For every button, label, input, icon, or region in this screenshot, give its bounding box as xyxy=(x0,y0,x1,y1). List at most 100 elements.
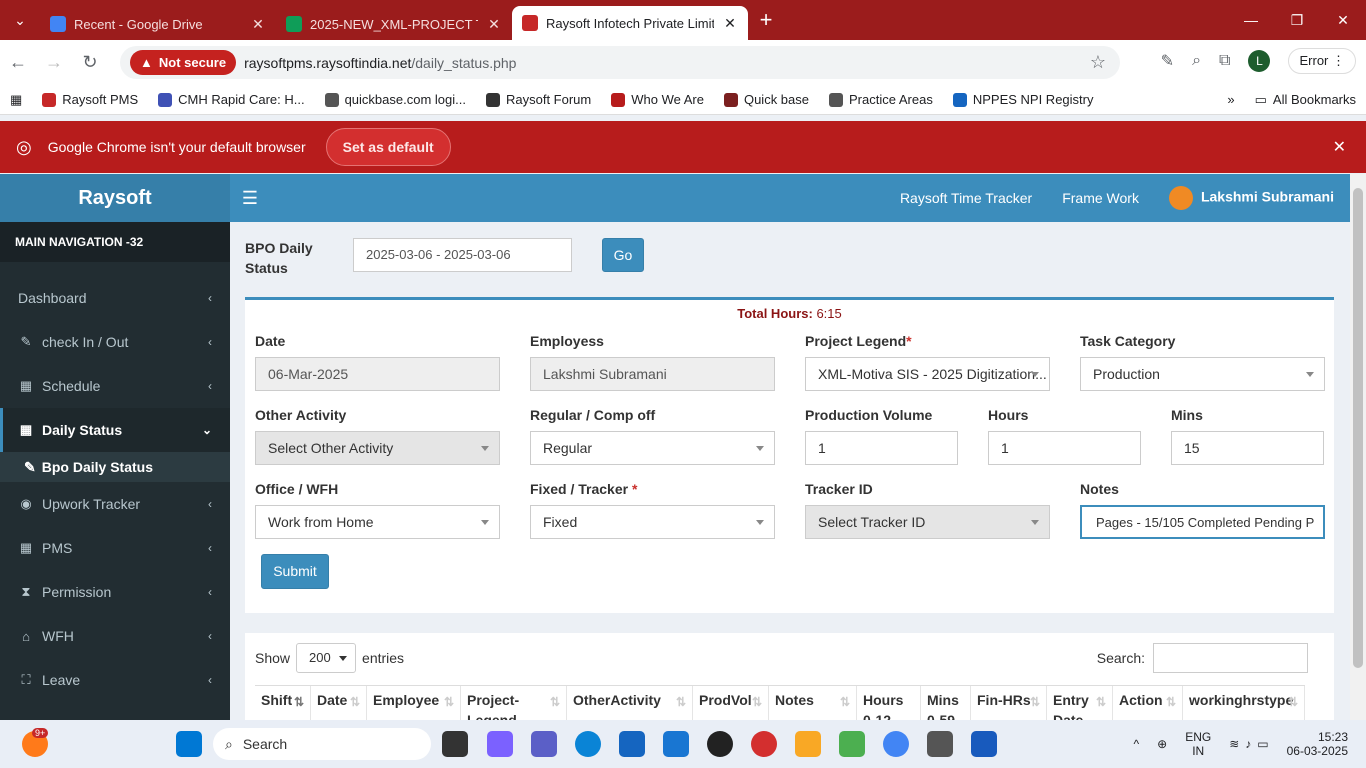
opera-icon[interactable] xyxy=(751,731,777,757)
search-icon: ⌕ xyxy=(225,735,233,752)
sidebar-item-schedule[interactable]: ▦ Schedule ‹ xyxy=(0,364,230,408)
sidebar-item-wfh[interactable]: ⌂ WFH ‹ xyxy=(0,614,230,658)
wifi-icon[interactable]: ≋ xyxy=(1229,737,1239,751)
bookmark[interactable]: Practice Areas xyxy=(819,92,943,107)
task-category-select[interactable]: Production xyxy=(1080,357,1325,391)
office-group: Office / WFH Work from Home xyxy=(255,481,500,539)
zoom-icon[interactable]: ⌕ xyxy=(1192,52,1201,70)
error-button[interactable]: Error ⋮ xyxy=(1288,48,1356,74)
word-icon[interactable] xyxy=(971,731,997,757)
language-indicator[interactable]: ENG IN xyxy=(1185,730,1211,758)
hamburger-icon[interactable]: ☰ xyxy=(230,188,270,209)
teams-icon[interactable] xyxy=(531,731,557,757)
edge-icon[interactable] xyxy=(575,731,601,757)
notes-input[interactable]: Pages - 15/105 Completed Pending P xyxy=(1080,505,1325,539)
brand-logo[interactable]: Raysoft xyxy=(0,174,230,222)
table-search-input[interactable] xyxy=(1153,643,1308,673)
chevron-up-icon[interactable]: ^ xyxy=(1133,737,1139,751)
close-icon[interactable]: ✕ xyxy=(1333,137,1346,157)
dell-icon[interactable] xyxy=(707,731,733,757)
page-scrollbar[interactable] xyxy=(1350,174,1366,720)
office-wfh-select[interactable]: Work from Home xyxy=(255,505,500,539)
close-icon[interactable]: ✕ xyxy=(250,16,266,33)
bookmark[interactable]: Raysoft PMS xyxy=(32,92,148,107)
fixed-tracker-select[interactable]: Fixed xyxy=(530,505,775,539)
time-tracker-link[interactable]: Raysoft Time Tracker xyxy=(900,190,1032,206)
bookmark[interactable]: Raysoft Forum xyxy=(476,92,601,107)
bookmark[interactable]: Who We Are xyxy=(601,92,714,107)
production-volume-input[interactable]: 1 xyxy=(805,431,958,465)
bookmark[interactable]: Quick base xyxy=(714,92,819,107)
volume-icon[interactable]: ♪ xyxy=(1245,737,1251,751)
table-icon: ▦ xyxy=(19,540,33,555)
employee-field-group: Employess Lakshmi Subramani xyxy=(530,333,775,391)
set-default-button[interactable]: Set as default xyxy=(325,128,451,166)
taskview-icon[interactable] xyxy=(442,731,468,757)
bookmark[interactable]: quickbase.com logi... xyxy=(315,92,476,107)
regular-compoff-select[interactable]: Regular xyxy=(530,431,775,465)
not-secure-badge[interactable]: ▲ Not secure xyxy=(130,50,237,75)
tab-sheets[interactable]: 2025-NEW_XML-PROJECT TRAC ✕ xyxy=(276,8,512,40)
edit-icon: ✎ xyxy=(24,458,36,475)
project-field-group: Project Legend* XML-Motiva SIS - 2025 Di… xyxy=(805,333,1050,391)
tracker-id-select[interactable]: Select Tracker ID xyxy=(805,505,1050,539)
clock[interactable]: 15:23 06-03-2025 xyxy=(1287,730,1348,758)
go-button[interactable]: Go xyxy=(602,238,644,272)
powerautomate-icon[interactable] xyxy=(663,731,689,757)
store-icon[interactable] xyxy=(619,731,645,757)
date-range-input[interactable]: 2025-03-06 - 2025-03-06 xyxy=(353,238,572,272)
hours-input[interactable]: 1 xyxy=(988,431,1141,465)
profile-avatar[interactable]: L xyxy=(1248,50,1271,72)
sidebar-item-checkin[interactable]: ✎ check In / Out ‹ xyxy=(0,320,230,364)
date-field: 06-Mar-2025 xyxy=(255,357,500,391)
close-icon[interactable]: ✕ xyxy=(722,15,738,32)
reload-button[interactable]: ↻ xyxy=(72,52,108,73)
submit-button[interactable]: Submit xyxy=(261,554,329,589)
framework-link[interactable]: Frame Work xyxy=(1062,190,1139,206)
app-icon[interactable] xyxy=(839,731,865,757)
new-tab-button[interactable]: + xyxy=(748,7,784,33)
minimize-button[interactable]: — xyxy=(1228,0,1274,40)
sidebar-item-leave[interactable]: ⛶ Leave ‹ xyxy=(0,658,230,702)
sidebar-subitem-bpo-daily-status[interactable]: ✎ Bpo Daily Status xyxy=(0,452,230,482)
file-explorer-icon[interactable] xyxy=(795,731,821,757)
entries-select[interactable]: 200 xyxy=(296,643,357,673)
copilot-icon[interactable] xyxy=(487,731,513,757)
pen-icon[interactable]: ✎ xyxy=(1161,51,1174,71)
apps-icon[interactable]: ▦ xyxy=(0,92,32,108)
maximize-button[interactable]: ❐ xyxy=(1274,0,1320,40)
mins-input[interactable]: 15 xyxy=(1171,431,1324,465)
regular-group: Regular / Comp off Regular xyxy=(530,407,775,465)
employee-field: Lakshmi Subramani xyxy=(530,357,775,391)
bookmark-star-icon[interactable]: ☆ xyxy=(1090,52,1106,73)
project-legend-select[interactable]: XML-Motiva SIS - 2025 Digitization... xyxy=(805,357,1050,391)
warning-icon: ▲ xyxy=(140,55,153,70)
tab-search-icon[interactable]: ⌄ xyxy=(0,0,40,40)
all-bookmarks[interactable]: ▭ All Bookmarks xyxy=(1245,92,1366,108)
bookmark[interactable]: NPPES NPI Registry xyxy=(943,92,1104,107)
sidebar-item-permission[interactable]: ⧗ Permission ‹ xyxy=(0,570,230,614)
back-button[interactable]: ← xyxy=(0,52,36,73)
app-icon[interactable] xyxy=(927,731,953,757)
forward-button[interactable]: → xyxy=(36,52,72,73)
network-icon[interactable]: ⊕ xyxy=(1157,737,1167,751)
window-controls: — ❐ ✕ xyxy=(1228,0,1366,40)
battery-icon[interactable]: ▭ xyxy=(1257,737,1268,751)
tab-google-drive[interactable]: Recent - Google Drive ✕ xyxy=(40,8,276,40)
taskbar-search[interactable]: ⌕ Search xyxy=(213,728,431,760)
bookmark[interactable]: CMH Rapid Care: H... xyxy=(148,92,314,107)
tab-raysoft[interactable]: Raysoft Infotech Private Limited ✕ xyxy=(512,6,748,40)
more-bookmarks-icon[interactable]: » xyxy=(1217,92,1244,107)
sidebar-item-dashboard[interactable]: Dashboard ‹ xyxy=(0,276,230,320)
sidebar-item-daily-status[interactable]: ▦ Daily Status ⌄ xyxy=(0,408,230,452)
extensions-icon[interactable]: ⧉ xyxy=(1219,52,1230,70)
sidebar-item-upwork[interactable]: ◉ Upwork Tracker ‹ xyxy=(0,482,230,526)
close-window-button[interactable]: ✕ xyxy=(1320,0,1366,40)
chrome-icon[interactable] xyxy=(883,731,909,757)
url-field[interactable]: ▲ Not secure raysoftpms.raysoftindia.net/… xyxy=(120,46,1120,79)
close-icon[interactable]: ✕ xyxy=(486,16,502,33)
windows-start-icon[interactable] xyxy=(176,731,202,757)
user-menu[interactable]: Lakshmi Subramani xyxy=(1168,186,1334,210)
sidebar-item-pms[interactable]: ▦ PMS ‹ xyxy=(0,526,230,570)
other-activity-select[interactable]: Select Other Activity xyxy=(255,431,500,465)
